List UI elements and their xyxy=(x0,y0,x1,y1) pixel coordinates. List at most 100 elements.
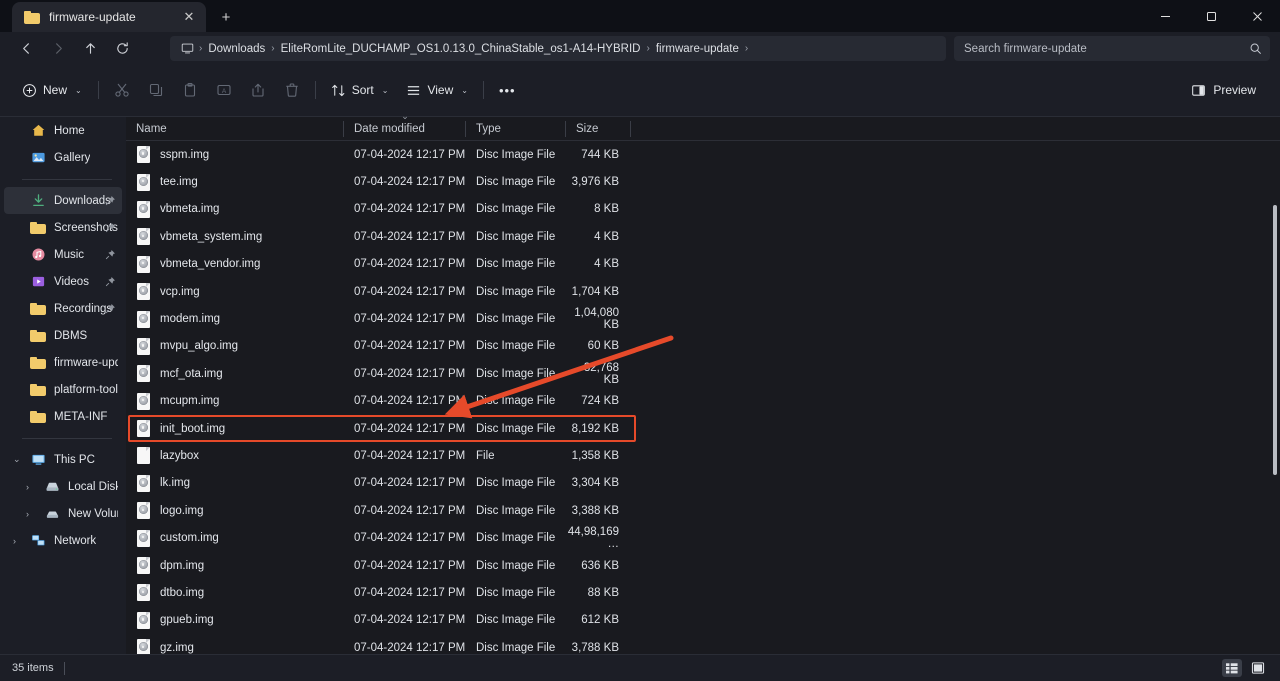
pin-icon[interactable] xyxy=(105,268,116,295)
pin-icon[interactable] xyxy=(105,241,116,268)
search-icon[interactable] xyxy=(1249,42,1262,55)
table-row[interactable]: gpueb.img07-04-2024 12:17 PMDisc Image F… xyxy=(126,607,1280,634)
pin-icon[interactable] xyxy=(105,187,116,214)
copy-button[interactable] xyxy=(139,75,173,105)
file-name-cell[interactable]: mcf_ota.img xyxy=(126,365,344,382)
file-name-cell[interactable]: gpueb.img xyxy=(126,612,344,629)
chevron-right-icon[interactable]: › xyxy=(26,500,36,527)
chevron-down-icon[interactable]: ⌄ xyxy=(13,446,23,473)
up-icon[interactable] xyxy=(74,34,106,62)
column-header-size[interactable]: Size xyxy=(566,117,631,141)
table-row[interactable]: custom.img07-04-2024 12:17 PMDisc Image … xyxy=(126,524,1280,551)
sidebar-item-new-volume-d[interactable]: › New Volume (D xyxy=(4,500,122,527)
minimize-icon[interactable] xyxy=(1142,0,1188,32)
table-row[interactable]: sspm.img07-04-2024 12:17 PMDisc Image Fi… xyxy=(126,141,1280,168)
file-name-cell[interactable]: lazybox xyxy=(126,447,344,464)
sidebar-item-downloads[interactable]: Downloads xyxy=(4,187,122,214)
chevron-right-icon[interactable]: › xyxy=(13,527,23,554)
column-header-date-modified[interactable]: ⌄ Date modified xyxy=(344,117,466,141)
more-options-button[interactable]: ••• xyxy=(490,75,525,105)
table-row[interactable]: modem.img07-04-2024 12:17 PMDisc Image F… xyxy=(126,305,1280,332)
list-view-button[interactable] xyxy=(1248,659,1268,677)
delete-button[interactable] xyxy=(275,75,309,105)
back-icon[interactable] xyxy=(10,34,42,62)
file-size-cell: 1,358 KB xyxy=(566,450,631,462)
table-row[interactable]: lazybox07-04-2024 12:17 PMFile1,358 KB xyxy=(126,442,1280,469)
table-row[interactable]: vbmeta.img07-04-2024 12:17 PMDisc Image … xyxy=(126,196,1280,223)
new-button[interactable]: New ⌄ xyxy=(12,75,92,105)
file-name-cell[interactable]: vbmeta.img xyxy=(126,201,344,218)
sort-button[interactable]: Sort ⌄ xyxy=(322,75,398,105)
breadcrumb-firmware-update[interactable]: firmware-update xyxy=(651,41,744,57)
table-row[interactable]: mvpu_algo.img07-04-2024 12:17 PMDisc Ima… xyxy=(126,333,1280,360)
search-box[interactable]: Search firmware-update xyxy=(954,36,1270,61)
cut-button[interactable] xyxy=(105,75,139,105)
preview-pane-button[interactable]: Preview xyxy=(1181,75,1266,105)
breadcrumb-downloads[interactable]: Downloads xyxy=(203,41,270,57)
table-row[interactable]: vbmeta_vendor.img07-04-2024 12:17 PMDisc… xyxy=(126,251,1280,278)
column-header-type[interactable]: Type xyxy=(466,117,566,141)
file-name-cell[interactable]: sspm.img xyxy=(126,146,344,163)
close-tab-icon[interactable]: ✕ xyxy=(178,6,200,28)
file-name-cell[interactable]: vcp.img xyxy=(126,283,344,300)
sidebar-item-platform-tools[interactable]: platform-tools xyxy=(4,376,122,403)
sidebar-item-videos[interactable]: Videos xyxy=(4,268,122,295)
table-row[interactable]: init_boot.img07-04-2024 12:17 PMDisc Ima… xyxy=(126,415,1280,442)
file-name-cell[interactable]: init_boot.img xyxy=(126,420,344,437)
sidebar-item-firmware-update[interactable]: firmware-update xyxy=(4,349,122,376)
table-row[interactable]: vbmeta_system.img07-04-2024 12:17 PMDisc… xyxy=(126,223,1280,250)
file-name-cell[interactable]: dpm.img xyxy=(126,557,344,574)
refresh-icon[interactable] xyxy=(106,34,138,62)
file-name-cell[interactable]: vbmeta_system.img xyxy=(126,228,344,245)
sidebar-item-screenshots[interactable]: Screenshots xyxy=(4,214,122,241)
pin-icon[interactable] xyxy=(105,295,116,322)
search-input[interactable]: Search firmware-update xyxy=(964,43,1249,55)
table-row[interactable]: tee.img07-04-2024 12:17 PMDisc Image Fil… xyxy=(126,168,1280,195)
maximize-icon[interactable] xyxy=(1188,0,1234,32)
breadcrumb-rom-folder[interactable]: EliteRomLite_DUCHAMP_OS1.0.13.0_ChinaSta… xyxy=(276,41,646,57)
sidebar-item-local-disk-c[interactable]: › Local Disk (C:) xyxy=(4,473,122,500)
file-name-cell[interactable]: dtbo.img xyxy=(126,584,344,601)
view-button[interactable]: View ⌄ xyxy=(397,75,477,105)
pin-icon[interactable] xyxy=(105,214,116,241)
file-name-cell[interactable]: vbmeta_vendor.img xyxy=(126,256,344,273)
share-button[interactable] xyxy=(241,75,275,105)
chevron-right-icon[interactable]: › xyxy=(26,473,36,500)
sidebar-item-dbms[interactable]: DBMS xyxy=(4,322,122,349)
sidebar-item-home[interactable]: Home xyxy=(4,117,122,144)
table-row[interactable]: lk.img07-04-2024 12:17 PMDisc Image File… xyxy=(126,470,1280,497)
new-tab-button[interactable]: + xyxy=(214,5,238,29)
sidebar-item-meta-inf[interactable]: META-INF xyxy=(4,403,122,430)
close-window-icon[interactable] xyxy=(1234,0,1280,32)
file-name-cell[interactable]: mvpu_algo.img xyxy=(126,338,344,355)
sidebar-item-recordings[interactable]: Recordings xyxy=(4,295,122,322)
forward-icon[interactable] xyxy=(42,34,74,62)
table-row[interactable]: dtbo.img07-04-2024 12:17 PMDisc Image Fi… xyxy=(126,579,1280,606)
table-row[interactable]: dpm.img07-04-2024 12:17 PMDisc Image Fil… xyxy=(126,552,1280,579)
breadcrumb-separator[interactable]: › xyxy=(744,43,749,54)
sidebar-item-network[interactable]: › Network xyxy=(4,527,122,554)
details-view-button[interactable] xyxy=(1222,659,1242,677)
file-name-cell[interactable]: modem.img xyxy=(126,311,344,328)
browser-tab-firmware-update[interactable]: firmware-update ✕ xyxy=(12,2,206,32)
column-divider[interactable] xyxy=(630,121,631,137)
sidebar-item-this-pc[interactable]: ⌄ This PC xyxy=(4,446,122,473)
file-name-cell[interactable]: tee.img xyxy=(126,174,344,191)
table-row[interactable]: mcf_ota.img07-04-2024 12:17 PMDisc Image… xyxy=(126,360,1280,387)
rename-button[interactable]: A xyxy=(207,75,241,105)
this-pc-icon[interactable] xyxy=(178,42,198,55)
paste-button[interactable] xyxy=(173,75,207,105)
file-name-cell[interactable]: custom.img xyxy=(126,530,344,547)
file-name-cell[interactable]: lk.img xyxy=(126,475,344,492)
column-header-name[interactable]: Name xyxy=(126,117,344,141)
file-name-cell[interactable]: mcupm.img xyxy=(126,393,344,410)
table-row[interactable]: logo.img07-04-2024 12:17 PMDisc Image Fi… xyxy=(126,497,1280,524)
sidebar-item-music[interactable]: Music xyxy=(4,241,122,268)
sidebar-item-gallery[interactable]: Gallery xyxy=(4,144,122,171)
address-bar[interactable]: › Downloads › EliteRomLite_DUCHAMP_OS1.0… xyxy=(170,36,946,61)
vertical-scrollbar[interactable] xyxy=(1273,205,1277,475)
table-row[interactable]: vcp.img07-04-2024 12:17 PMDisc Image Fil… xyxy=(126,278,1280,305)
table-row[interactable]: mcupm.img07-04-2024 12:17 PMDisc Image F… xyxy=(126,388,1280,415)
file-name-cell[interactable]: logo.img xyxy=(126,502,344,519)
file-date-cell: 07-04-2024 12:17 PM xyxy=(344,505,466,517)
